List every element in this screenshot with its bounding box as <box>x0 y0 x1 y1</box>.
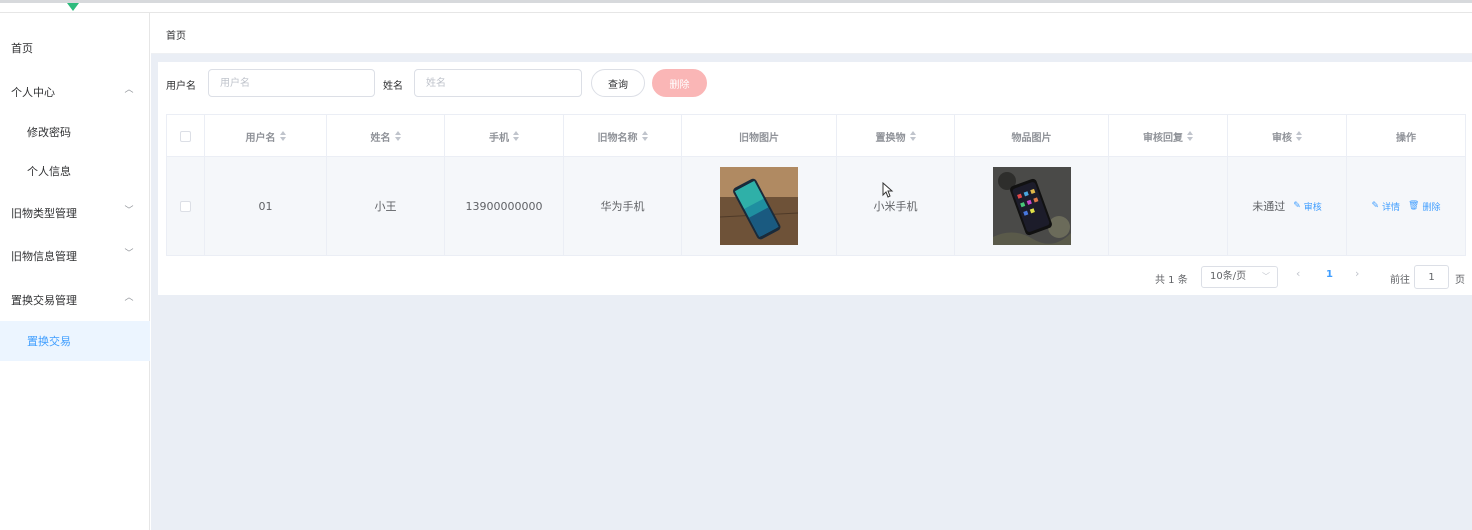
header-name[interactable]: 姓名 <box>327 115 445 157</box>
header-goods-image: 物品图片 <box>955 115 1109 157</box>
cell-name: 小王 <box>327 157 445 255</box>
sidebar-item-item-info-management[interactable]: 旧物信息管理 ﹀ <box>0 236 150 276</box>
cell-goods-image <box>955 157 1109 255</box>
sidebar-item-label: 首页 <box>11 42 33 55</box>
sidebar-item-label: 置换交易管理 <box>11 294 77 307</box>
sidebar-item-personal-center[interactable]: 个人中心 ︿ <box>0 72 150 112</box>
select-all-checkbox[interactable] <box>180 130 191 142</box>
sidebar-item-label: 个人中心 <box>11 86 55 99</box>
header-review[interactable]: 审核 <box>1228 115 1347 157</box>
header-review-reply[interactable]: 审核回复 <box>1109 115 1228 157</box>
chevron-up-icon: ︿ <box>124 293 134 303</box>
data-table: 用户名 姓名 手机 旧物名称 旧物图片 置换物 物品图片 审核回复 审核 操作 … <box>166 114 1466 256</box>
sidebar-item-label: 修改密码 <box>27 126 71 139</box>
chevron-up-icon: ︿ <box>124 85 134 95</box>
name-label: 姓名 <box>383 81 403 92</box>
sort-icon[interactable] <box>641 131 648 141</box>
header-actions: 操作 <box>1396 132 1416 144</box>
cell-review: 未通过 ✎ 审核 <box>1228 157 1347 255</box>
sidebar-item-home[interactable]: 首页 <box>0 28 150 68</box>
chevron-down-icon: ﹀ <box>1262 272 1270 281</box>
page-unit-label: 页 <box>1455 274 1465 286</box>
cell-actions: ✎ 详情 🗑 删除 <box>1347 157 1465 255</box>
sidebar: 首页 个人中心 ︿ 修改密码 个人信息 旧物类型管理 ﹀ 旧物信息管理 ﹀ 置换… <box>0 13 150 530</box>
sidebar-item-change-password[interactable]: 修改密码 <box>0 112 150 152</box>
current-page-number[interactable]: 1 <box>1326 269 1333 280</box>
chevron-down-icon: ﹀ <box>124 249 134 259</box>
main-content: 首页 用户名 姓名 查询 删除 用户名 姓名 手机 <box>151 13 1472 530</box>
row-checkbox[interactable] <box>180 200 191 212</box>
top-header <box>0 0 1472 13</box>
sidebar-item-exchange-trade[interactable]: 置换交易 <box>0 321 150 361</box>
logo-triangle-icon <box>67 3 79 11</box>
username-input[interactable] <box>208 69 375 97</box>
sidebar-item-label: 置换交易 <box>27 335 71 348</box>
cell-exchange-item: 小米手机 <box>837 157 955 255</box>
table-header: 用户名 姓名 手机 旧物名称 旧物图片 置换物 物品图片 审核回复 审核 操作 <box>167 115 1465 157</box>
review-status: 未通过 <box>1252 200 1286 213</box>
sidebar-item-item-type-management[interactable]: 旧物类型管理 ﹀ <box>0 193 150 233</box>
header-item-image: 旧物图片 <box>682 115 837 157</box>
sort-icon[interactable] <box>279 131 286 141</box>
trash-icon: 🗑 <box>1408 201 1420 211</box>
row-delete-link[interactable]: 🗑 删除 <box>1408 200 1440 213</box>
next-page-icon[interactable]: › <box>1355 267 1359 280</box>
detail-link[interactable]: ✎ 详情 <box>1371 200 1400 213</box>
sidebar-item-personal-info[interactable]: 个人信息 <box>0 151 150 191</box>
sort-icon[interactable] <box>1296 131 1302 141</box>
goto-page-input[interactable] <box>1414 265 1449 289</box>
item-image-thumbnail[interactable] <box>720 167 798 245</box>
name-input[interactable] <box>414 69 582 97</box>
sidebar-item-label: 个人信息 <box>27 165 71 178</box>
cell-phone: 13900000000 <box>445 157 564 255</box>
sidebar-item-label: 旧物类型管理 <box>11 207 77 220</box>
goods-image-thumbnail[interactable] <box>992 167 1071 245</box>
page-size-select[interactable]: 10条/页 ﹀ <box>1201 266 1278 288</box>
header-select-all <box>167 115 205 157</box>
sidebar-item-exchange-management[interactable]: 置换交易管理 ︿ <box>0 280 150 320</box>
goto-label: 前往 <box>1390 274 1410 286</box>
cell-item-image <box>682 157 837 255</box>
delete-button[interactable]: 删除 <box>652 69 707 97</box>
row-select-cell <box>167 157 205 255</box>
sidebar-item-label: 旧物信息管理 <box>11 250 77 263</box>
query-button[interactable]: 查询 <box>591 69 645 97</box>
username-label: 用户名 <box>166 81 196 92</box>
sort-icon[interactable] <box>513 131 519 141</box>
edit-icon: ✎ <box>1293 201 1301 211</box>
header-phone[interactable]: 手机 <box>445 115 564 157</box>
header-exchange-item[interactable]: 置换物 <box>837 115 955 157</box>
prev-page-icon[interactable]: ‹ <box>1296 267 1300 280</box>
edit-icon: ✎ <box>1371 201 1380 211</box>
sort-icon[interactable] <box>1187 131 1193 141</box>
sort-icon[interactable] <box>394 131 401 141</box>
cell-review-reply <box>1109 157 1228 255</box>
review-link[interactable]: ✎ 审核 <box>1293 200 1322 213</box>
breadcrumb-bar: 首页 <box>151 13 1472 54</box>
chevron-down-icon: ﹀ <box>124 206 134 216</box>
sort-icon[interactable] <box>909 131 916 141</box>
mouse-cursor-icon <box>882 182 894 198</box>
cell-item-name: 华为手机 <box>564 157 682 255</box>
header-item-name[interactable]: 旧物名称 <box>564 115 682 157</box>
pagination-total: 共 1 条 <box>1155 274 1188 286</box>
breadcrumb-home[interactable]: 首页 <box>166 27 186 42</box>
table-row: 01 小王 13900000000 华为手机 小米手机 未通过 ✎ 审核 ✎ 详… <box>167 157 1465 255</box>
cell-username: 01 <box>205 157 327 255</box>
header-username[interactable]: 用户名 <box>205 115 327 157</box>
content-panel: 用户名 姓名 查询 删除 用户名 姓名 手机 旧物名称 <box>158 62 1472 295</box>
